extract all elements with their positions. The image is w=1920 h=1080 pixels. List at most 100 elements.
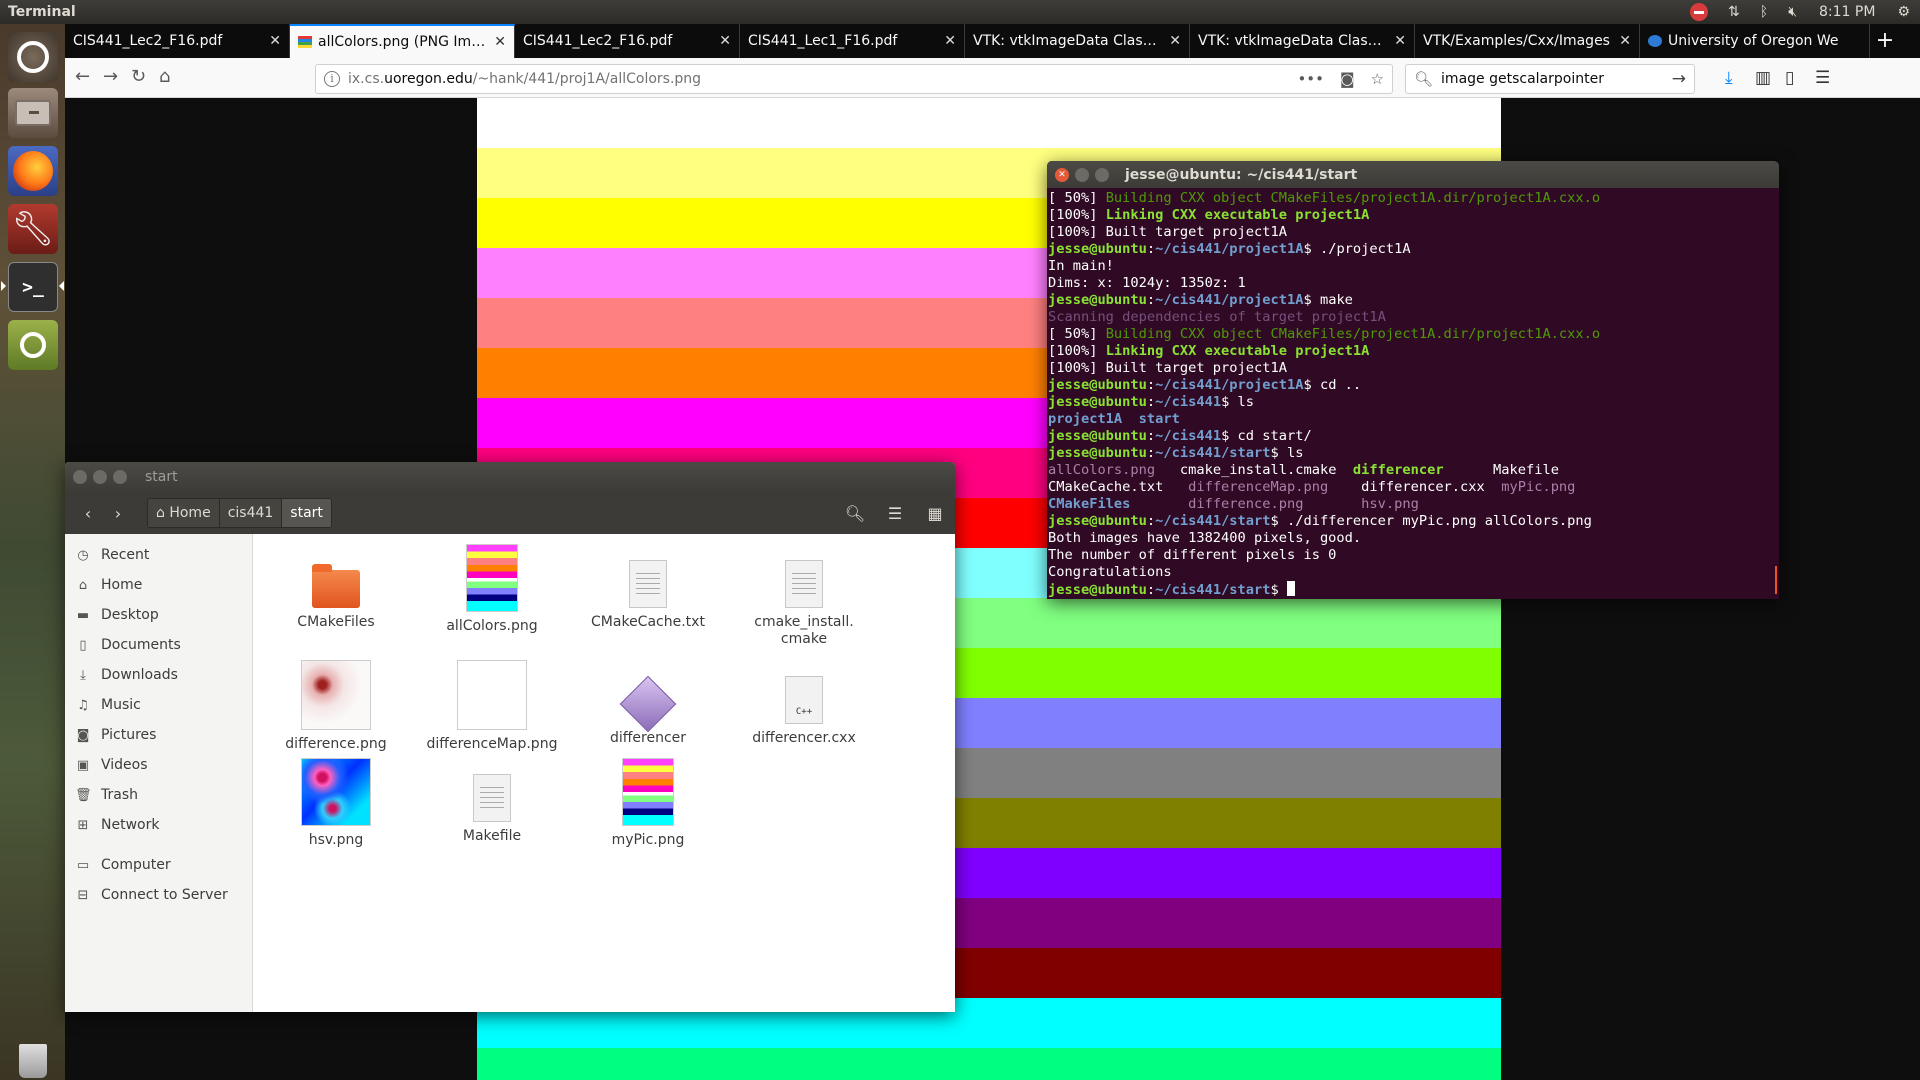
minimize-window-icon[interactable] (1075, 167, 1089, 182)
file-item[interactable]: myPic.png (573, 756, 723, 849)
search-bar[interactable]: 🔍︎ → (1405, 64, 1695, 94)
hamburger-menu-icon[interactable]: ☰ (1815, 68, 1830, 88)
close-tab-icon[interactable]: ✕ (1394, 33, 1406, 49)
close-tab-icon[interactable]: ✕ (269, 33, 281, 49)
close-tab-icon[interactable]: ✕ (1169, 33, 1181, 49)
clock[interactable]: 8:11 PM (1819, 4, 1875, 20)
grid-view-icon[interactable]: ▦ (915, 504, 955, 523)
url-bar[interactable]: i ix.cs.uoregon.edu/~hank/441/proj1A/all… (315, 64, 1393, 94)
file-item[interactable]: CMakeFiles (261, 542, 411, 631)
browser-tab[interactable]: allColors.png (PNG Image ✕ (290, 24, 515, 58)
file-item[interactable]: Makefile (417, 756, 567, 845)
scrollbar[interactable] (1775, 566, 1777, 594)
maximize-window-icon[interactable] (1095, 167, 1109, 182)
page-actions-icon[interactable]: ••• (1297, 70, 1324, 88)
file-item[interactable]: differencer (573, 658, 723, 747)
terminal-launcher-icon[interactable]: >_ (8, 262, 58, 312)
close-window-icon[interactable]: ✕ (1055, 167, 1069, 182)
bookmark-star-icon[interactable]: ☆ (1371, 70, 1384, 88)
list-view-icon[interactable]: ☰ (875, 504, 915, 523)
terminal-text: jesse@ubuntu (1048, 513, 1147, 529)
forward-icon[interactable]: → (103, 66, 118, 87)
back-icon[interactable]: ← (75, 66, 90, 87)
search-input[interactable] (1441, 71, 1672, 87)
sidebar-icon[interactable]: ▯ (1785, 68, 1794, 88)
home-icon[interactable]: ⌂ (159, 66, 170, 87)
terminal-window[interactable]: ✕ jesse@ubuntu: ~/cis441/start [ 50%] Bu… (1047, 161, 1779, 599)
pocket-icon[interactable]: ◙ (1340, 70, 1355, 88)
minimize-window-icon[interactable] (93, 470, 107, 484)
terminal-titlebar[interactable]: ✕ jesse@ubuntu: ~/cis441/start (1047, 161, 1779, 188)
active-indicator (1, 281, 6, 291)
file-item[interactable]: CMakeCache.txt (573, 542, 723, 631)
browser-tab[interactable]: CIS441_Lec1_F16.pdf ✕ (740, 24, 965, 58)
breadcrumb-home[interactable]: ⌂ Home (148, 499, 220, 527)
browser-tab[interactable]: CIS441_Lec2_F16.pdf ✕ (515, 24, 740, 58)
file-item[interactable]: hsv.png (261, 756, 411, 849)
volume-muted-icon[interactable]: 🔇︎ (1788, 4, 1797, 20)
sidebar-item-downloads[interactable]: ⤓ Downloads (65, 660, 252, 690)
network-arrows-icon[interactable]: ⇅ (1728, 4, 1740, 20)
browser-tab[interactable]: VTK/Examples/Cxx/Images ✕ (1415, 24, 1640, 58)
terminal-line: Dims: x: 1024y: 1350z: 1 (1048, 275, 1779, 292)
trash-launcher-icon[interactable] (8, 1036, 58, 1080)
site-info-icon[interactable]: i (324, 71, 340, 87)
downloads-icon[interactable]: ⤓ (1725, 68, 1733, 88)
terminal-text: difference.png (1188, 496, 1304, 512)
sidebar-item-pictures[interactable]: ◙ Pictures (65, 720, 252, 750)
browser-tab[interactable]: VTK: vtkImageData Class Re ✕ (1190, 24, 1415, 58)
sidebar-item-music[interactable]: ♫ Music (65, 690, 252, 720)
terminal-output[interactable]: [ 50%] Building CXX object CMakeFiles/pr… (1047, 188, 1779, 598)
maximize-window-icon[interactable] (113, 470, 127, 484)
tab-label: CIS441_Lec2_F16.pdf (73, 33, 223, 49)
file-name: CMakeFiles (297, 614, 375, 630)
back-icon[interactable]: ‹ (73, 504, 103, 523)
no-entry-icon[interactable] (1690, 1, 1709, 23)
sidebar-item-computer[interactable]: ▭ Computer (65, 850, 252, 880)
close-window-icon[interactable] (73, 470, 87, 484)
tab-label: CIS441_Lec1_F16.pdf (748, 33, 898, 49)
close-tab-icon[interactable]: ✕ (719, 33, 731, 49)
file-item[interactable]: differenceMap.png (417, 658, 567, 753)
sidebar-item-network[interactable]: ⊞ Network (65, 810, 252, 840)
file-item[interactable]: difference.png (261, 658, 411, 753)
sidebar-item-desktop[interactable]: ▬ Desktop (65, 600, 252, 630)
sidebar-item-connect-to-server[interactable]: ⊟ Connect to Server (65, 880, 252, 910)
reload-icon[interactable]: ↻ (131, 66, 146, 87)
sidebar-item-home[interactable]: ⌂ Home (65, 570, 252, 600)
sidebar-item-trash[interactable]: 🗑︎ Trash (65, 780, 252, 810)
library-icon[interactable]: ▥ (1755, 68, 1771, 88)
search-go-icon[interactable]: → (1672, 69, 1686, 89)
terminal-text: hsv.png (1361, 496, 1419, 512)
bluetooth-icon[interactable]: ᛒ (1760, 4, 1768, 20)
close-tab-icon[interactable]: ✕ (944, 33, 956, 49)
file-manager-titlebar[interactable]: start (65, 462, 955, 492)
sidebar-item-videos[interactable]: ▣ Videos (65, 750, 252, 780)
close-tab-icon[interactable]: ✕ (1619, 33, 1631, 49)
browser-tab[interactable]: VTK: vtkImageData Class Re ✕ (965, 24, 1190, 58)
url-text[interactable]: ix.cs.uoregon.edu/~hank/441/proj1A/allCo… (348, 71, 1289, 87)
image-viewer-launcher-icon[interactable] (8, 320, 58, 370)
file-manager-launcher-icon[interactable] (8, 88, 58, 138)
browser-tab[interactable]: CIS441_Lec2_F16.pdf ✕ (65, 24, 290, 58)
ubuntu-dash-icon[interactable] (8, 32, 58, 82)
gear-icon[interactable]: ⚙ (1897, 4, 1910, 20)
terminal-text: ~/cis441/project1A (1155, 292, 1304, 308)
file-item[interactable]: allColors.png (417, 542, 567, 635)
browser-tab[interactable]: University of Oregon We (1640, 24, 1870, 58)
terminal-line: [100%] Built target project1A (1048, 224, 1779, 241)
sidebar-item-documents[interactable]: ▯ Documents (65, 630, 252, 660)
settings-launcher-icon[interactable]: 🔧︎ (8, 204, 58, 254)
terminal-text: $ cd start/ (1221, 428, 1312, 444)
color-stripe (477, 1048, 1501, 1080)
file-item[interactable]: cmake_install. cmake (729, 542, 879, 648)
sidebar-item-recent[interactable]: ◷ Recent (65, 540, 252, 570)
forward-icon[interactable]: › (103, 504, 133, 523)
breadcrumb-start[interactable]: start (282, 499, 331, 527)
new-tab-icon[interactable]: + (1870, 24, 1900, 58)
file-item[interactable]: C++ differencer.cxx (729, 658, 879, 747)
search-icon[interactable]: 🔍︎ (835, 504, 875, 523)
breadcrumb-cis441[interactable]: cis441 (219, 499, 283, 527)
close-tab-icon[interactable]: ✕ (494, 34, 506, 50)
firefox-launcher-icon[interactable] (8, 146, 58, 196)
